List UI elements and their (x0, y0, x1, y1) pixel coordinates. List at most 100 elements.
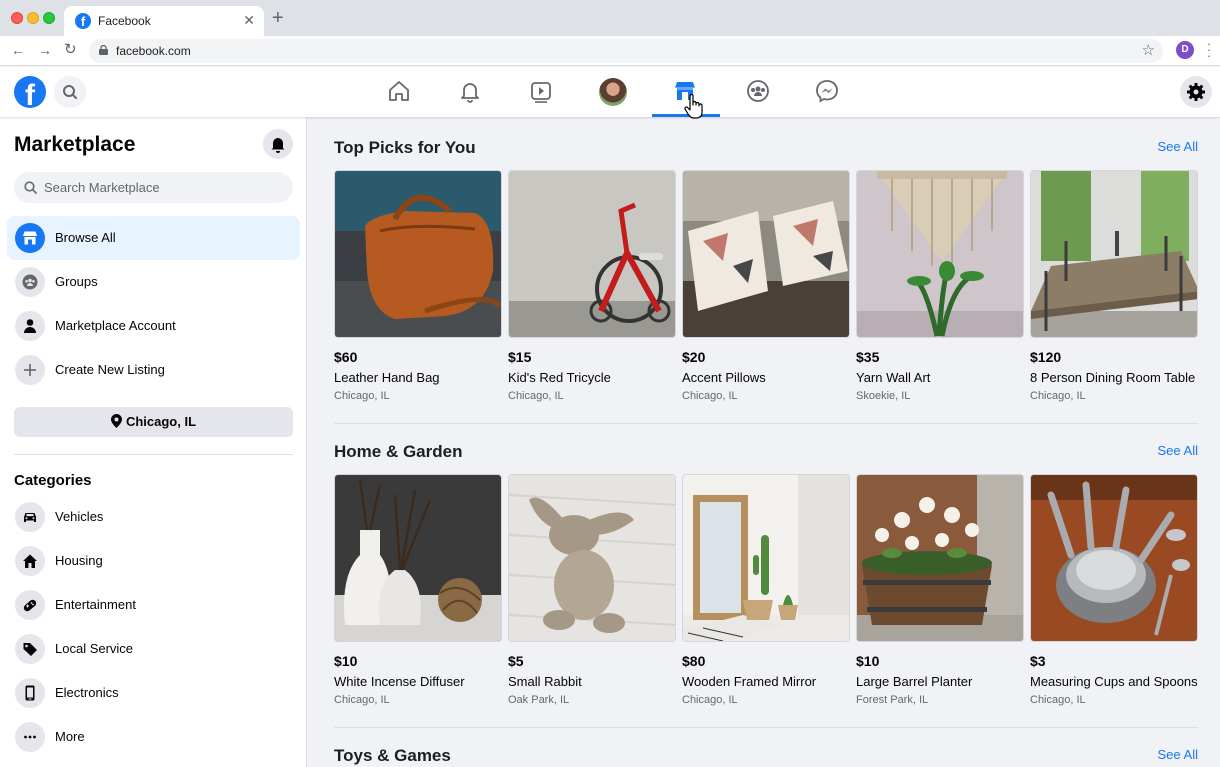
listing-location: Chicago, IL (682, 390, 738, 402)
listing-card[interactable]: $60 Leather Hand Bag Chicago, IL (334, 170, 502, 410)
tab-title: Facebook (98, 14, 151, 28)
hand-pointer-cursor-icon (684, 94, 703, 119)
bookmark-star-icon[interactable]: ☆ (1142, 41, 1155, 59)
listing-location: Chicago, IL (334, 694, 390, 706)
tab-close-icon[interactable]: ✕ (243, 12, 255, 29)
search-icon (63, 85, 77, 99)
listing-photo-dining-table (1030, 170, 1198, 338)
listing-card[interactable]: $10 Large Barrel Planter Forest Park, IL (856, 474, 1024, 714)
back-icon[interactable]: ← (11, 42, 25, 58)
window-zoom-button[interactable] (43, 12, 55, 24)
listing-photo-yarn-wall-art (856, 170, 1024, 338)
browser-tab[interactable]: f Facebook ✕ (64, 6, 264, 36)
settings-button[interactable] (1180, 76, 1212, 108)
listing-photo-barrel-planter (856, 474, 1024, 642)
listing-price: $3 (1030, 653, 1046, 669)
groups-nav-icon[interactable] (744, 77, 772, 105)
gamepad-icon (15, 590, 45, 620)
new-tab-icon[interactable]: + (272, 8, 284, 28)
listing-location: Forest Park, IL (856, 694, 929, 706)
window-minimize-button[interactable] (27, 12, 39, 24)
location-label: Chicago, IL (125, 414, 197, 429)
forward-icon[interactable]: → (38, 42, 52, 58)
window-close-button[interactable] (11, 12, 23, 24)
category-item-entertainment[interactable]: Entertainment (7, 583, 300, 627)
listing-location: Chicago, IL (682, 694, 738, 706)
home-icon[interactable] (385, 77, 413, 105)
browser-tab-strip: f Facebook ✕ + (0, 0, 1220, 36)
see-all-link[interactable]: See All (1158, 747, 1198, 762)
sidebar-item-browse-all[interactable]: Browse All (7, 216, 300, 260)
sidebar-item-label: Marketplace Account (55, 318, 176, 333)
category-label: Vehicles (55, 509, 104, 524)
listing-price: $60 (334, 349, 358, 365)
sidebar-item-label: Create New Listing (55, 362, 165, 377)
listing-title: Large Barrel Planter (856, 674, 973, 689)
category-label: Electronics (55, 685, 119, 700)
lock-icon (99, 45, 108, 55)
listing-price: $10 (334, 653, 358, 669)
listing-card[interactable]: $35 Yarn Wall Art Skoekie, IL (856, 170, 1024, 410)
see-all-link[interactable]: See All (1158, 139, 1198, 154)
marketplace-sidebar: Marketplace Browse All Groups Marketplac… (0, 117, 307, 767)
sidebar-item-marketplace-account[interactable]: Marketplace Account (7, 304, 300, 348)
header-search-button[interactable] (54, 76, 86, 108)
marketplace-search-input[interactable] (44, 172, 284, 203)
browser-profile-avatar[interactable]: D (1176, 41, 1194, 59)
messenger-icon[interactable] (813, 77, 841, 105)
category-item-more[interactable]: More (7, 715, 300, 759)
plus-icon (15, 355, 45, 385)
bell-icon (271, 138, 285, 153)
category-item-housing[interactable]: Housing (7, 539, 300, 583)
marketplace-search-box[interactable] (14, 172, 293, 203)
section-title-toys-games: Toys & Games (334, 746, 451, 765)
sidebar-item-create-new-listing[interactable]: Create New Listing (7, 348, 300, 392)
groups-icon (15, 267, 45, 297)
profile-avatar[interactable] (599, 78, 627, 106)
category-item-vehicles[interactable]: Vehicles (7, 495, 300, 539)
listing-price: $10 (856, 653, 880, 669)
facebook-logo-icon[interactable]: f (14, 76, 46, 108)
section-title-home-garden: Home & Garden (334, 442, 463, 461)
house-icon (15, 546, 45, 576)
category-item-local-service[interactable]: Local Service (7, 627, 300, 671)
see-all-link[interactable]: See All (1158, 443, 1198, 458)
listing-card[interactable]: $5 Small Rabbit Oak Park, IL (508, 474, 676, 714)
category-item-electronics[interactable]: Electronics (7, 671, 300, 715)
listing-location: Chicago, IL (508, 390, 564, 402)
car-icon (15, 502, 45, 532)
phone-icon (15, 678, 45, 708)
browser-menu-icon[interactable]: · · · (1206, 37, 1212, 62)
category-label: Housing (55, 553, 103, 568)
listing-photo-accent-pillows (682, 170, 850, 338)
listing-price: $80 (682, 653, 706, 669)
listing-photo-wooden-mirror (682, 474, 850, 642)
listing-title: Kid's Red Tricycle (508, 370, 611, 385)
listing-card[interactable]: $20 Accent Pillows Chicago, IL (682, 170, 850, 410)
listing-card[interactable]: $10 White Incense Diffuser Chicago, IL (334, 474, 502, 714)
listing-title: Small Rabbit (508, 674, 582, 689)
listing-location: Chicago, IL (334, 390, 390, 402)
map-pin-icon (110, 414, 122, 428)
notifications-bell-icon[interactable] (456, 77, 484, 105)
listing-price: $120 (1030, 349, 1062, 365)
person-icon (15, 311, 45, 341)
url-text: facebook.com (116, 44, 191, 58)
listing-card[interactable]: $120 8 Person Dining Room Table Chicago,… (1030, 170, 1198, 410)
category-label: More (55, 729, 85, 744)
listing-card[interactable]: $3 Measuring Cups and Spoons Chicago, IL (1030, 474, 1198, 714)
listing-photo-incense-diffuser (334, 474, 502, 642)
marketplace-notifications-button[interactable] (263, 129, 293, 159)
location-button[interactable]: Chicago, IL (14, 407, 293, 437)
sidebar-item-groups[interactable]: Groups (7, 260, 300, 304)
listing-title: Accent Pillows (682, 370, 766, 385)
more-dots-icon (15, 722, 45, 752)
watch-video-icon[interactable] (527, 77, 555, 105)
reload-icon[interactable]: ↻ (64, 42, 77, 58)
section-divider (334, 423, 1198, 424)
section-title-top-picks: Top Picks for You (334, 138, 476, 157)
listing-card[interactable]: $15 Kid's Red Tricycle Chicago, IL (508, 170, 676, 410)
listing-location: Oak Park, IL (508, 694, 570, 706)
address-bar[interactable]: facebook.com ☆ (89, 39, 1163, 63)
listing-card[interactable]: $80 Wooden Framed Mirror Chicago, IL (682, 474, 850, 714)
